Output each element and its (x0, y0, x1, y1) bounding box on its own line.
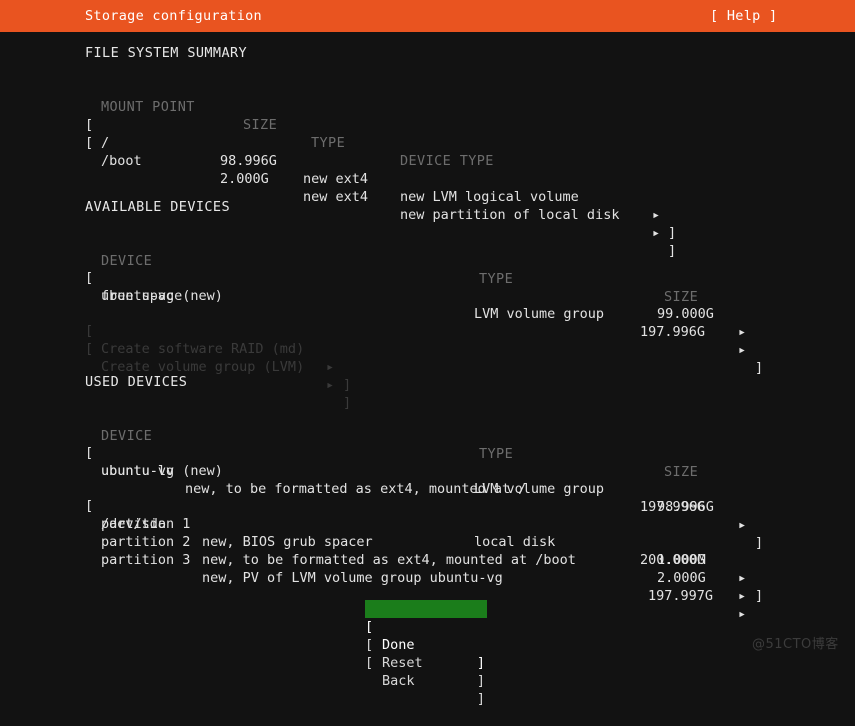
device-type-value: new partition of local disk (400, 206, 619, 224)
expand-arrow-icon: ▸ (326, 376, 334, 394)
create-software-raid-label: Create software RAID (md) (101, 340, 304, 358)
done-button[interactable]: [ Done ] (365, 600, 487, 618)
filesystem-summary-row[interactable]: [ /boot 2.000G new ext4 new partition of… (0, 116, 855, 134)
page-title: Storage configuration (85, 7, 262, 25)
button-bracket-open: [ (365, 654, 373, 672)
device-value: free space (101, 287, 182, 305)
button-bracket-close: ] (477, 690, 485, 708)
device-description: new, to be formatted as ext4, mounted at… (202, 551, 576, 569)
installer-screen: FILE SYSTEM SUMMARY MOUNT POINT SIZE TYP… (0, 32, 855, 630)
expand-arrow-icon: ▸ (326, 358, 334, 376)
expand-arrow-icon[interactable]: ▸ (738, 605, 746, 623)
watermark: @51CTO博客 (752, 636, 839, 654)
mount-point-value: /boot (101, 152, 142, 170)
size-value: 98.996G (220, 152, 277, 170)
used-device-row[interactable]: ubuntu-lv new, to be formatted as ext4, … (0, 444, 855, 462)
size-value: 2.000G (657, 569, 706, 587)
partition-row[interactable]: partition 1 new, BIOS grub spacer 1.000M… (0, 497, 855, 515)
button-bracket-close: ] (477, 654, 485, 672)
available-devices-heading: AVAILABLE DEVICES (85, 198, 230, 216)
row-bracket-close: ] (755, 587, 763, 605)
used-devices-heading: USED DEVICES (85, 373, 187, 391)
title-bar: Storage configuration [ Help ] (0, 0, 855, 32)
size-value: 197.997G (648, 587, 713, 605)
back-button[interactable]: [ Back ] (365, 636, 487, 654)
reset-button[interactable]: [ Reset ] (365, 618, 487, 636)
row-bracket-close: ] (343, 376, 351, 394)
expand-arrow-icon[interactable]: ▸ (738, 587, 746, 605)
expand-arrow-icon[interactable]: ▸ (652, 206, 660, 224)
size-value: 1.000M (657, 551, 706, 569)
button-group: [ Done ] [ Reset ] [ Back ] (365, 600, 487, 654)
device-value: partition 3 (101, 551, 190, 569)
device-value: ubuntu-lv (101, 462, 174, 480)
partition-row[interactable]: partition 2 new, to be formatted as ext4… (0, 515, 855, 533)
filesystem-summary-column-headers: MOUNT POINT SIZE TYPE DEVICE TYPE (0, 80, 855, 98)
row-bracket-open: [ (85, 340, 93, 358)
used-devices-column-headers: DEVICE TYPE SIZE (0, 409, 855, 427)
button-bracket-close: ] (477, 672, 485, 690)
create-volume-group-action[interactable]: [ Create volume group (LVM) ▸ ] (0, 322, 855, 340)
expand-arrow-icon[interactable]: ▸ (738, 569, 746, 587)
available-devices-column-headers: DEVICE TYPE SIZE (0, 234, 855, 252)
used-device-row[interactable]: [ ubuntu-vg (new) LVM volume group 197.9… (0, 426, 855, 444)
size-value: 2.000G (220, 170, 269, 188)
filesystem-summary-heading: FILE SYSTEM SUMMARY (85, 44, 247, 62)
filesystem-summary-row[interactable]: [ / 98.996G new ext4 new LVM logical vol… (0, 98, 855, 116)
device-description: new, PV of LVM volume group ubuntu-vg (202, 569, 503, 587)
device-type-value: new LVM logical volume (400, 188, 579, 206)
create-software-raid-action[interactable]: [ Create software RAID (md) ▸ ] (0, 304, 855, 322)
type-value: new ext4 (303, 170, 368, 188)
available-device-row[interactable]: [ ubuntu-vg (new) LVM volume group 197.9… (0, 251, 855, 269)
partition-row[interactable]: partition 3 new, PV of LVM volume group … (0, 533, 855, 551)
column-header-type: TYPE (311, 134, 345, 152)
expand-arrow-icon[interactable]: ▸ (738, 341, 746, 359)
column-header-device-type: DEVICE TYPE (400, 152, 494, 170)
row-bracket-open: [ (85, 134, 93, 152)
type-value: new ext4 (303, 188, 368, 206)
back-button-label: Back (382, 672, 415, 690)
row-bracket-close: ] (755, 359, 763, 377)
available-device-row[interactable]: free space 99.000G ▸ (0, 269, 855, 287)
mount-point-value: / (101, 134, 109, 152)
used-device-row[interactable]: [ /dev/sda local disk 200.000G ▸ ] (0, 479, 855, 497)
help-button[interactable]: [ Help ] (710, 7, 777, 25)
